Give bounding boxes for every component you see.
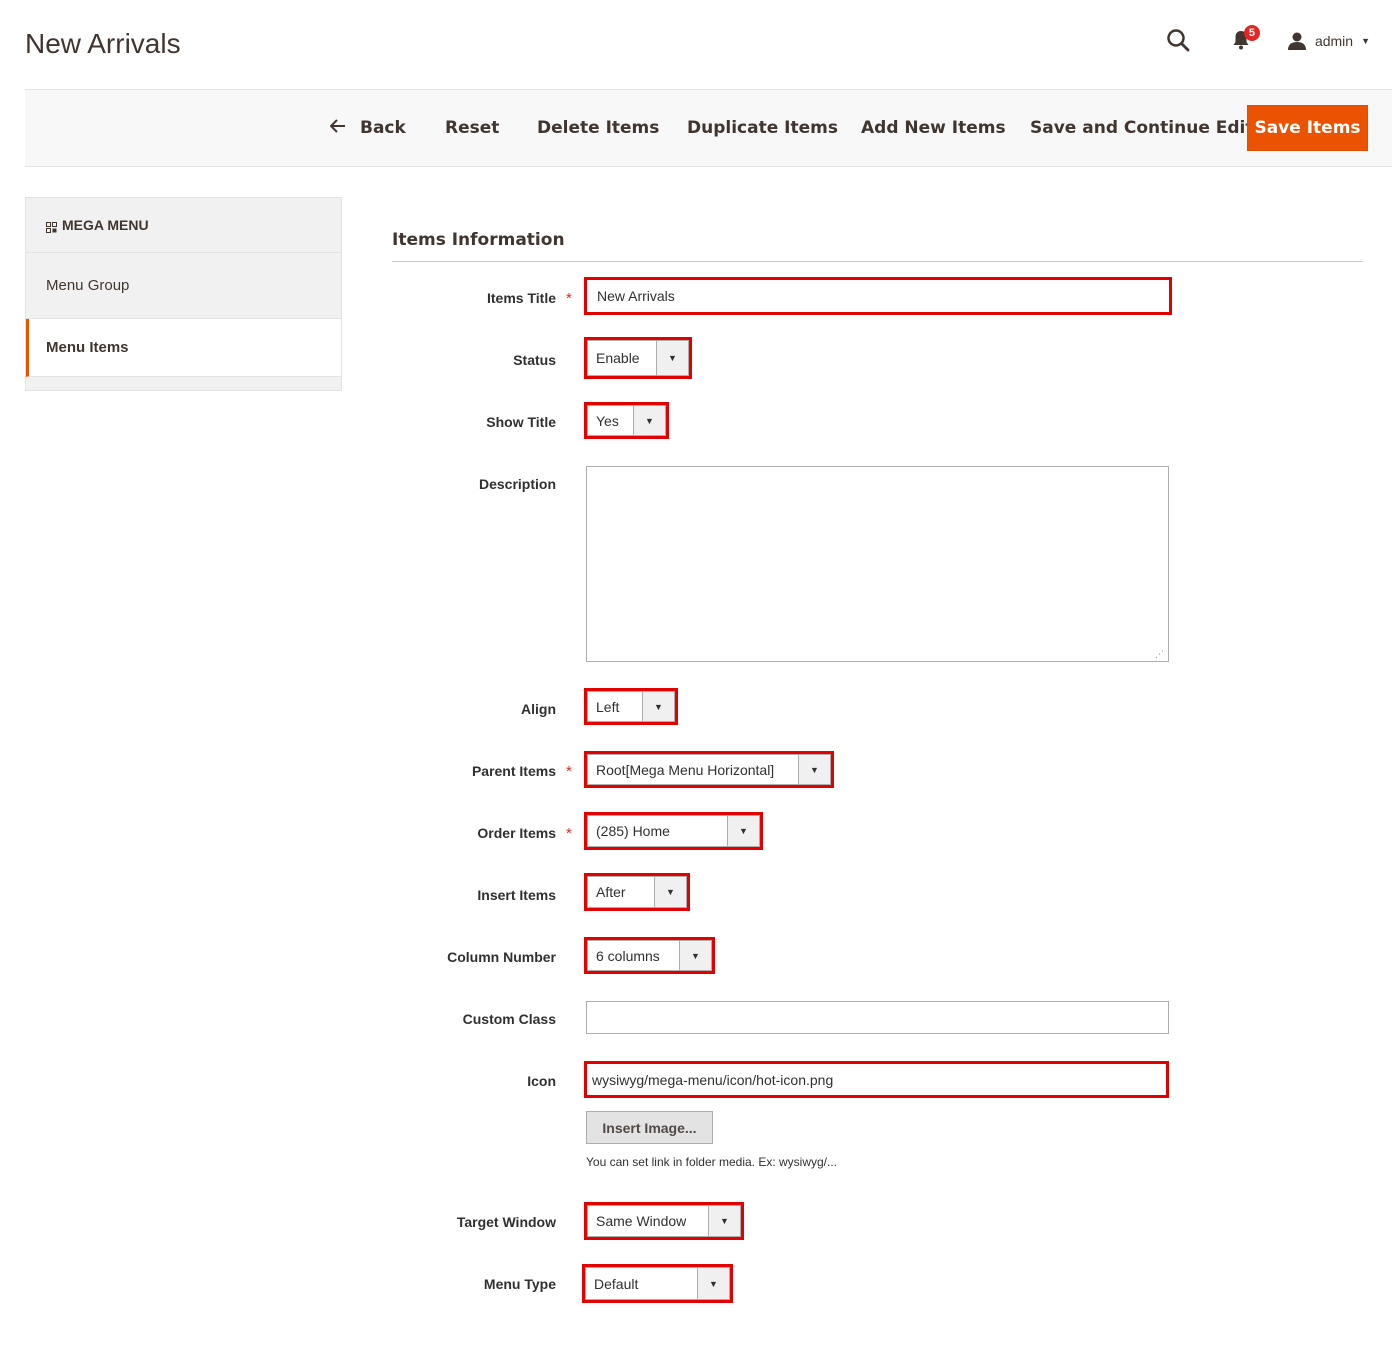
required-mark: *	[566, 290, 572, 307]
chevron-down-icon: ▼	[727, 816, 759, 846]
resize-handle-icon[interactable]: ⋰	[1155, 649, 1165, 659]
insert-items-value: After	[596, 884, 626, 900]
chevron-down-icon: ▼	[697, 1268, 729, 1299]
back-label: Back	[360, 118, 406, 138]
search-icon[interactable]	[1166, 28, 1192, 54]
chevron-down-icon: ▼	[679, 941, 711, 970]
arrow-left-icon	[329, 118, 346, 138]
parent-items-field: Root[Mega Menu Horizontal] ▼	[584, 751, 834, 788]
icon-note: You can set link in folder media. Ex: wy…	[586, 1155, 838, 1169]
sidebar-item-menu-items[interactable]: Menu Items	[26, 319, 341, 377]
status-field: Enable ▼	[584, 337, 692, 379]
menu-type-value: Default	[594, 1275, 639, 1292]
column-number-field: 6 columns ▼	[584, 937, 715, 974]
custom-class-field	[586, 1001, 1169, 1034]
header-actions: 5 admin ▼	[1166, 25, 1370, 56]
target-window-field: Same Window ▼	[584, 1202, 744, 1240]
chevron-down-icon: ▼	[654, 877, 686, 907]
target-window-select[interactable]: Same Window ▼	[587, 1205, 741, 1237]
notification-badge: 5	[1243, 25, 1260, 41]
description-label: Description	[478, 476, 556, 492]
icon-field	[584, 1061, 1169, 1098]
status-select[interactable]: Enable ▼	[587, 340, 689, 376]
column-number-value: 6 columns	[596, 947, 660, 964]
add-new-items-button[interactable]: Add New Items	[861, 118, 1006, 138]
icon-label: Icon	[527, 1073, 556, 1089]
save-items-button[interactable]: Save Items	[1247, 105, 1368, 151]
user-icon	[1287, 31, 1307, 51]
icon-input[interactable]	[587, 1064, 1166, 1095]
status-label: Status	[513, 352, 556, 368]
chevron-down-icon: ▼	[1361, 36, 1370, 46]
required-mark: *	[566, 763, 572, 780]
insert-items-label: Insert Items	[477, 887, 556, 903]
delete-items-button[interactable]: Delete Items	[537, 118, 659, 138]
parent-items-value: Root[Mega Menu Horizontal]	[596, 761, 775, 778]
order-items-label: Order Items	[477, 825, 556, 841]
parent-items-label: Parent Items	[471, 763, 556, 779]
menu-type-label: Menu Type	[483, 1276, 556, 1292]
items-title-input[interactable]	[587, 280, 1169, 312]
target-window-value: Same Window	[596, 1213, 687, 1229]
target-window-label: Target Window	[456, 1214, 556, 1230]
notifications-button[interactable]: 5	[1232, 25, 1260, 53]
menu-type-select[interactable]: Default ▼	[585, 1267, 730, 1300]
reset-button[interactable]: Reset	[445, 118, 499, 138]
chevron-down-icon: ▼	[656, 341, 688, 375]
chevron-down-icon: ▼	[642, 692, 674, 721]
page-title: New Arrivals	[25, 28, 181, 59]
show-title-select[interactable]: Yes ▼	[587, 405, 666, 436]
grid-icon	[46, 220, 57, 233]
status-value: Enable	[596, 350, 640, 366]
section-divider	[392, 261, 1363, 262]
sidebar: MEGA MENU Menu Group Menu Items	[25, 197, 342, 391]
chevron-down-icon: ▼	[708, 1206, 740, 1236]
insert-items-select[interactable]: After ▼	[587, 876, 687, 908]
section-title: Items Information	[392, 230, 565, 250]
sidebar-item-menu-group[interactable]: Menu Group	[26, 253, 341, 319]
chevron-down-icon: ▼	[633, 406, 665, 435]
order-items-value: (285) Home	[596, 823, 670, 839]
show-title-label: Show Title	[486, 414, 556, 430]
duplicate-items-button[interactable]: Duplicate Items	[687, 118, 838, 138]
insert-items-field: After ▼	[584, 873, 690, 911]
align-field: Left ▼	[584, 688, 678, 725]
custom-class-input[interactable]	[587, 1002, 1168, 1033]
column-number-label: Column Number	[447, 949, 556, 965]
custom-class-label: Custom Class	[462, 1011, 556, 1027]
save-and-continue-button[interactable]: Save and Continue Edit	[1030, 118, 1254, 138]
insert-image-button[interactable]: Insert Image...	[586, 1111, 713, 1144]
show-title-field: Yes ▼	[584, 402, 669, 439]
menu-type-field: Default ▼	[582, 1264, 733, 1303]
order-items-select[interactable]: (285) Home ▼	[587, 815, 760, 847]
align-label: Align	[521, 701, 556, 717]
align-value: Left	[596, 698, 620, 715]
order-items-field: (285) Home ▼	[584, 812, 763, 850]
parent-items-select[interactable]: Root[Mega Menu Horizontal] ▼	[587, 754, 831, 785]
page-actions-toolbar: Back Reset Delete Items Duplicate Items …	[25, 89, 1392, 167]
user-menu[interactable]: admin ▼	[1287, 31, 1370, 51]
column-number-select[interactable]: 6 columns ▼	[587, 940, 712, 971]
required-mark: *	[566, 825, 572, 842]
show-title-value: Yes	[596, 412, 619, 429]
user-name: admin	[1314, 33, 1354, 49]
sidebar-title-text: MEGA MENU	[62, 217, 149, 233]
align-select[interactable]: Left ▼	[587, 691, 675, 722]
sidebar-title: MEGA MENU	[26, 198, 341, 253]
description-textarea[interactable]	[586, 466, 1169, 662]
back-button[interactable]: Back	[329, 118, 406, 138]
chevron-down-icon: ▼	[798, 755, 830, 784]
items-title-label: Items Title	[487, 290, 556, 306]
items-title-field	[584, 277, 1172, 315]
